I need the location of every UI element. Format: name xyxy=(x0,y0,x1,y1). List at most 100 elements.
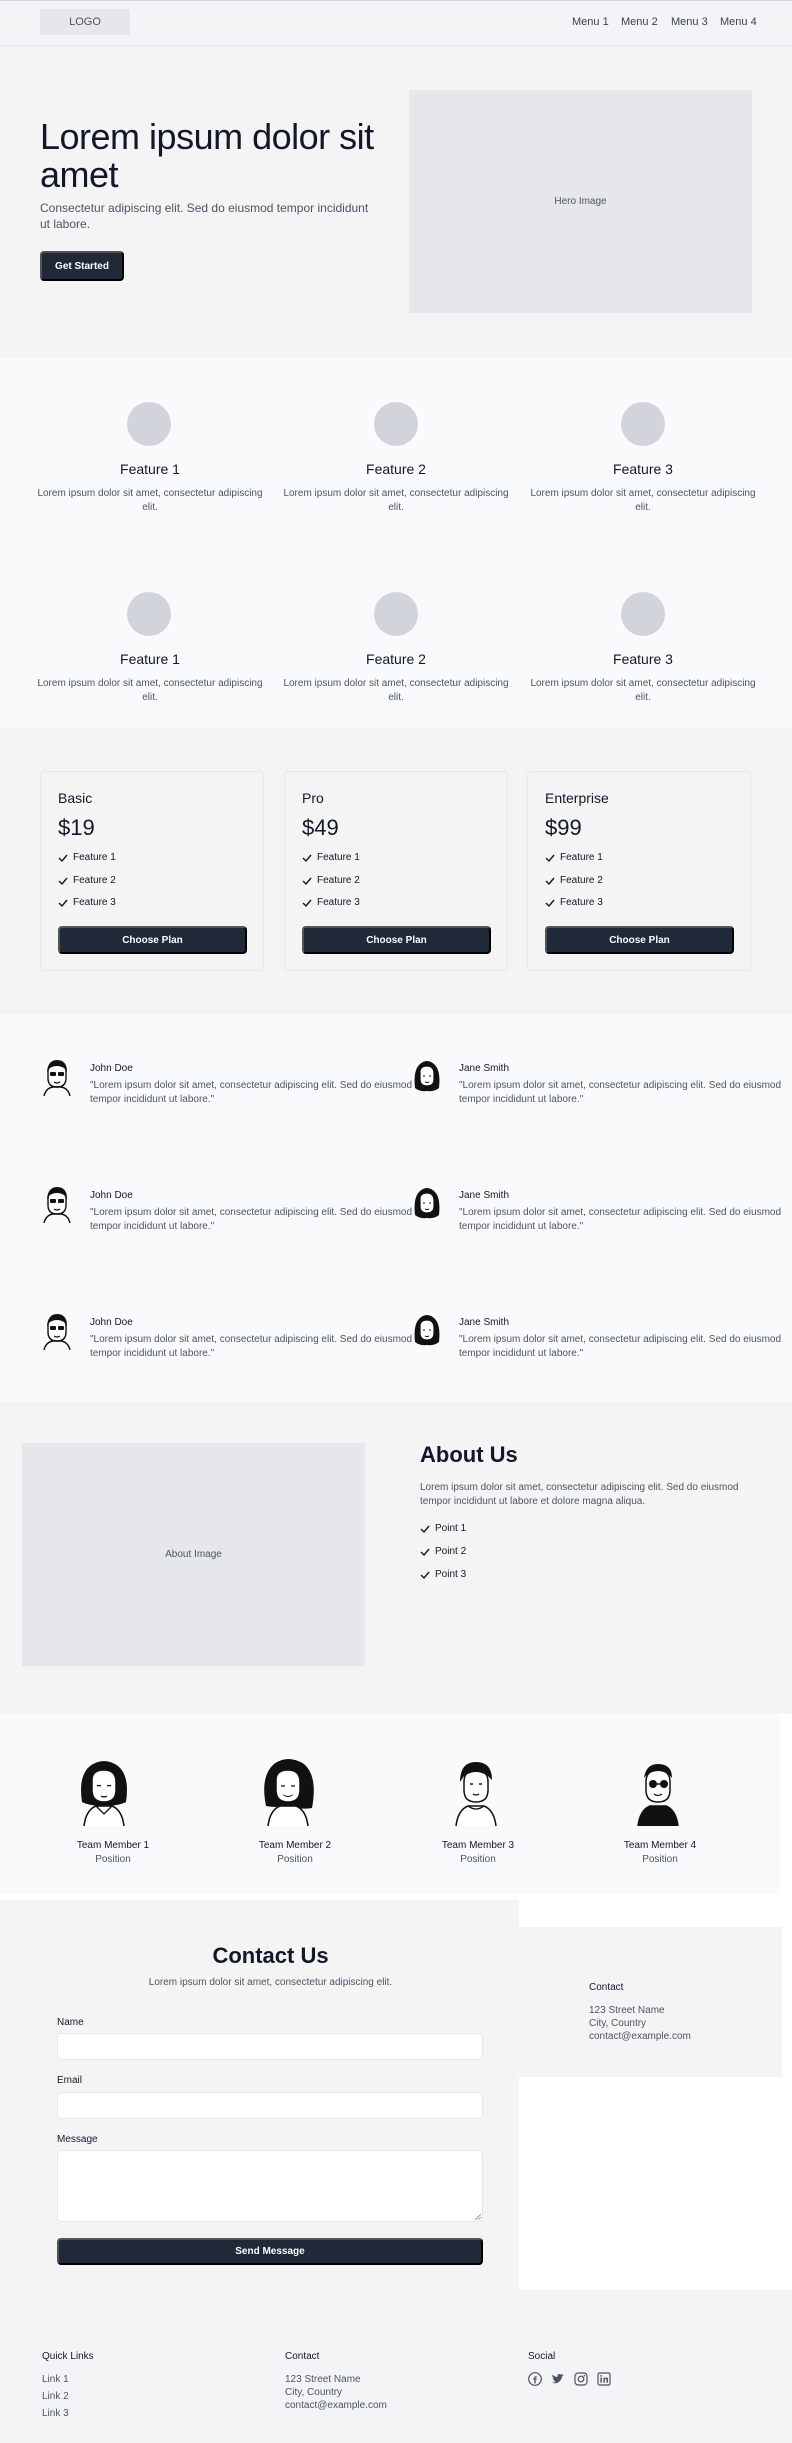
plan-feature: Feature 3 xyxy=(302,897,360,908)
footer-city: City, Country xyxy=(285,2387,343,2398)
hero-title: Lorem ipsum dolor sit amet xyxy=(40,116,374,195)
facebook-icon[interactable] xyxy=(528,2372,542,2386)
instagram-icon[interactable] xyxy=(574,2372,588,2386)
footer-link-1[interactable]: Link 1 xyxy=(42,2373,69,2386)
choose-plan-button[interactable]: Choose Plan xyxy=(302,926,491,954)
check-icon xyxy=(58,854,68,862)
plan-feature-label: Feature 1 xyxy=(73,852,116,863)
plan-feature-label: Feature 3 xyxy=(73,897,116,908)
contact-card-email: contact@example.com xyxy=(589,2031,691,2042)
testimonial-name: Jane Smith xyxy=(459,1317,510,1328)
plan-feature: Feature 3 xyxy=(58,897,116,908)
team-member-position: Position xyxy=(642,1854,678,1865)
team-member-name: Team Member 3 xyxy=(441,1840,515,1851)
team-member-position: Position xyxy=(95,1854,131,1865)
team-member-name: Team Member 4 xyxy=(623,1840,697,1851)
feature-text: Lorem ipsum dolor sit amet, consectetur … xyxy=(283,678,509,703)
testimonial-name: John Doe xyxy=(90,1190,133,1201)
contact-card-title: Contact xyxy=(589,1982,624,1993)
footer-link-2[interactable]: Link 2 xyxy=(42,2390,69,2403)
plan-feature: Feature 1 xyxy=(545,852,603,863)
resize-handle-icon[interactable] xyxy=(474,2213,481,2220)
avatar-john-doe xyxy=(43,1314,71,1350)
email-label: Email xyxy=(57,2075,83,2086)
check-icon xyxy=(420,1548,430,1556)
check-icon xyxy=(58,877,68,885)
feature-title: Feature 2 xyxy=(366,461,426,477)
plan-feature-label: Feature 2 xyxy=(317,875,360,886)
check-icon xyxy=(302,877,312,885)
message-label: Message xyxy=(57,2134,98,2145)
feature-text: Lorem ipsum dolor sit amet, consectetur … xyxy=(530,678,756,703)
contact-card-street: 123 Street Name xyxy=(589,2005,665,2016)
name-field[interactable] xyxy=(57,2033,483,2060)
feature-title: Feature 1 xyxy=(120,461,180,477)
about-point-label: Point 2 xyxy=(435,1546,467,1557)
feature-text: Lorem ipsum dolor sit amet, consectetur … xyxy=(37,488,263,513)
nav-menu-1[interactable]: Menu 1 xyxy=(572,16,609,28)
plan-feature: Feature 2 xyxy=(545,875,603,886)
about-text: Lorem ipsum dolor sit amet, consectetur … xyxy=(420,1482,739,1507)
testimonial-quote: "Lorem ipsum dolor sit amet, consectetur… xyxy=(90,1080,413,1105)
twitter-icon[interactable] xyxy=(551,2372,565,2386)
team-member-2-avatar xyxy=(264,1759,314,1826)
plan-name: Pro xyxy=(302,790,324,806)
footer-links-title: Quick Links xyxy=(42,2351,94,2362)
linkedin-icon[interactable] xyxy=(597,2372,611,2386)
plan-price: $99 xyxy=(545,815,582,840)
footer-link-3[interactable]: Link 3 xyxy=(42,2407,69,2420)
send-message-button[interactable]: Send Message xyxy=(57,2238,483,2265)
choose-plan-button[interactable]: Choose Plan xyxy=(58,926,247,954)
testimonial-quote: "Lorem ipsum dolor sit amet, consectetur… xyxy=(90,1207,413,1232)
hero-image: Hero Image xyxy=(409,90,752,313)
feature-title: Feature 3 xyxy=(613,651,673,667)
feature-icon xyxy=(374,592,418,636)
plan-feature-label: Feature 2 xyxy=(73,875,116,886)
get-started-button[interactable]: Get Started xyxy=(40,251,124,281)
plan-feature: Feature 2 xyxy=(302,875,360,886)
feature-text: Lorem ipsum dolor sit amet, consectetur … xyxy=(530,488,756,513)
footer-email: contact@example.com xyxy=(285,2400,387,2411)
plan-feature-label: Feature 1 xyxy=(317,852,360,863)
email-field[interactable] xyxy=(57,2092,483,2119)
plan-price: $49 xyxy=(302,815,339,840)
footer-street: 123 Street Name xyxy=(285,2374,361,2385)
plan-feature: Feature 1 xyxy=(302,852,360,863)
contact-card-city: City, Country xyxy=(589,2018,647,2029)
testimonial-name: Jane Smith xyxy=(459,1063,510,1074)
nav-menu-2[interactable]: Menu 2 xyxy=(621,16,658,28)
testimonial-name: John Doe xyxy=(90,1063,133,1074)
plan-feature: Feature 3 xyxy=(545,897,603,908)
nav-menu-4[interactable]: Menu 4 xyxy=(720,16,757,28)
check-icon xyxy=(420,1525,430,1533)
feature-title: Feature 2 xyxy=(366,651,426,667)
contact-info-card xyxy=(514,1927,782,2077)
testimonial-name: John Doe xyxy=(90,1317,133,1328)
team-member-name: Team Member 2 xyxy=(258,1840,332,1851)
nav-menu-3[interactable]: Menu 3 xyxy=(671,16,708,28)
message-field[interactable] xyxy=(57,2150,483,2222)
team-member-position: Position xyxy=(460,1854,496,1865)
testimonial-quote: "Lorem ipsum dolor sit amet, consectetur… xyxy=(459,1207,782,1232)
check-icon xyxy=(302,899,312,907)
team-member-name: Team Member 1 xyxy=(76,1840,150,1851)
check-icon xyxy=(545,877,555,885)
feature-title: Feature 3 xyxy=(613,461,673,477)
feature-icon xyxy=(127,592,171,636)
footer-contact-title: Contact xyxy=(285,2351,320,2362)
plan-name: Basic xyxy=(58,790,93,806)
avatar-jane-smith xyxy=(414,1315,440,1346)
about-point-label: Point 1 xyxy=(435,1523,467,1534)
check-icon xyxy=(545,854,555,862)
check-icon xyxy=(302,854,312,862)
plan-feature-label: Feature 2 xyxy=(560,875,603,886)
feature-text: Lorem ipsum dolor sit amet, consectetur … xyxy=(283,488,509,513)
logo[interactable]: LOGO xyxy=(40,9,130,35)
feature-icon xyxy=(374,402,418,446)
choose-plan-button[interactable]: Choose Plan xyxy=(545,926,734,954)
plan-feature-label: Feature 3 xyxy=(317,897,360,908)
feature-icon xyxy=(621,402,665,446)
testimonial-quote: "Lorem ipsum dolor sit amet, consectetur… xyxy=(459,1334,782,1359)
plan-name: Enterprise xyxy=(545,790,609,806)
testimonial-quote: "Lorem ipsum dolor sit amet, consectetur… xyxy=(459,1080,782,1105)
